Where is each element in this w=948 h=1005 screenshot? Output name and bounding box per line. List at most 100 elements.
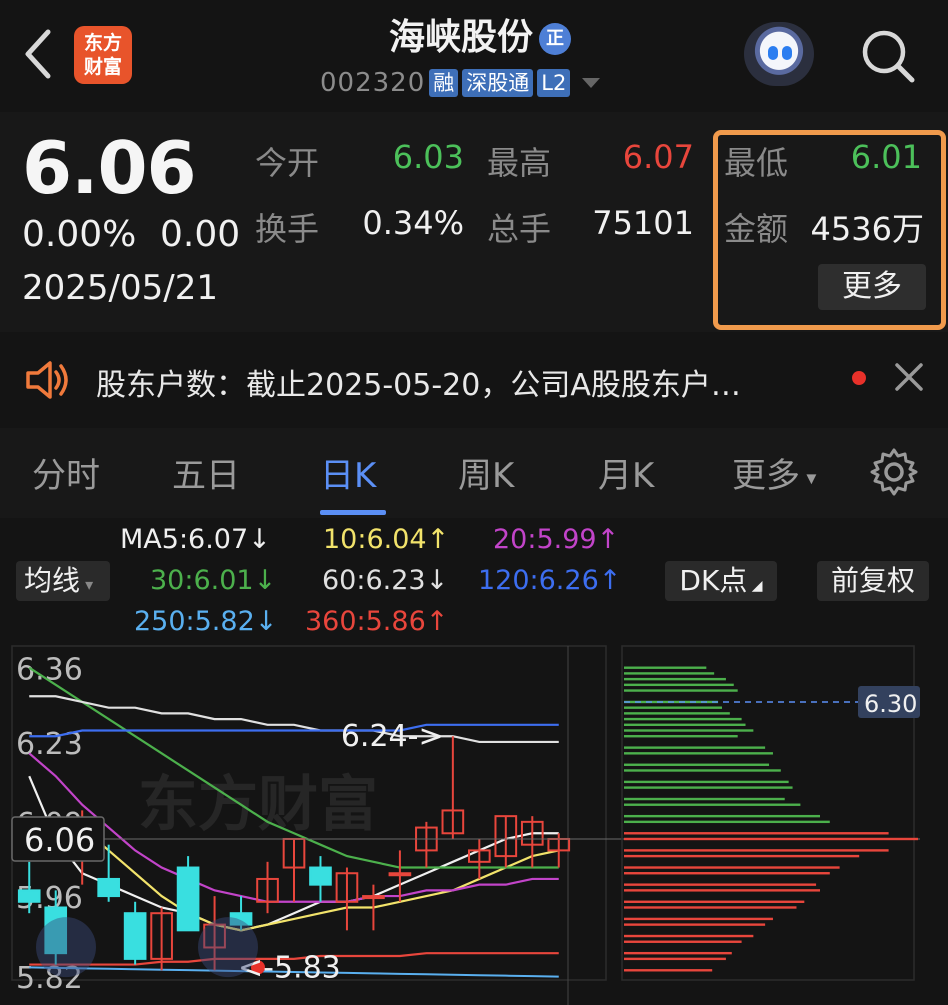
tag-level2: L2 [537, 69, 571, 97]
current-price-label: 6.06 [24, 821, 95, 859]
candle-body [123, 912, 147, 960]
profile-bar [624, 769, 781, 772]
last-price: 6.06 [22, 126, 197, 210]
profile-bar [624, 729, 754, 732]
high-value: 6.07 [622, 138, 694, 176]
profile-bar [624, 934, 754, 938]
ma-legend-value: MA5:6.07 [120, 524, 249, 555]
profile-bar [624, 820, 830, 824]
tab-monthly-k[interactable]: 月K [598, 448, 654, 497]
volume-label: 总手 [487, 210, 552, 248]
profile-bar [624, 746, 766, 749]
arrow-down-icon: ↓ [425, 565, 449, 596]
dk-point-button[interactable]: DK点 ◢ [665, 561, 777, 601]
profile-bar [624, 666, 707, 669]
candle-body [176, 866, 200, 932]
arrow-up-icon: ↑ [425, 606, 449, 637]
notice-bar[interactable]: 股东户数：截止2025-05-20，公司A股股东户… [0, 334, 948, 426]
profile-bar [624, 763, 770, 766]
ma-legend-item: MA5:6.07↓ [120, 524, 271, 555]
ma-toggle-button[interactable]: 均线 ▾ [16, 561, 110, 601]
profile-bar [624, 832, 889, 835]
quote-date: 2025/05/21 [22, 268, 218, 308]
tab-more[interactable]: 更多 ▾ [732, 448, 816, 497]
tag-connect: 深股通 [462, 69, 534, 97]
profile-bar [624, 872, 830, 875]
ma-legend-value: 30:6.01 [150, 565, 254, 596]
profile-bar [624, 723, 746, 726]
change-percent: 0.00% [22, 214, 137, 255]
name-badge: 正 [539, 23, 571, 55]
profile-bar [624, 712, 730, 715]
arrow-down-icon: ↓ [253, 565, 277, 596]
float-icon-left [36, 917, 96, 978]
highlight-box [713, 130, 946, 330]
tab-daily-k[interactable]: 日K [320, 448, 376, 497]
app-logo-line2: 财富 [83, 56, 122, 78]
ma-legend-item: 30:6.01↓ [150, 565, 276, 596]
y-tick-label: 6.36 [16, 653, 83, 688]
open-label: 今开 [255, 144, 320, 182]
search-icon[interactable] [858, 26, 918, 86]
ma-legend-value: 20:5.99 [493, 524, 597, 555]
stock-title: 海峡股份正 [330, 8, 630, 60]
kline-chart[interactable]: 东方财富6.366.236.095.965.826.066.24-><-5.83… [0, 640, 948, 1005]
active-tab-indicator [320, 510, 386, 515]
profile-bar [624, 683, 734, 687]
candle-body [97, 877, 120, 898]
speaker-icon [26, 361, 68, 399]
turnover-label: 换手 [255, 210, 320, 248]
profile-bar [624, 900, 805, 903]
profile-bar [624, 786, 793, 789]
ma-legend-value: 120:6.26 [478, 565, 599, 596]
ma-toggle-label: 均线 [24, 564, 81, 597]
stock-subtitle[interactable]: 002320 融 深股通 L2 [320, 66, 640, 100]
profile-bar [624, 889, 820, 892]
profile-bar [624, 803, 801, 806]
arrow-down-icon: ↓ [248, 524, 271, 555]
profile-bar [624, 917, 773, 921]
header-bar: 东方 财富 海峡股份正 002320 融 深股通 L2 [0, 0, 948, 110]
tab-intraday[interactable]: 分时 [32, 448, 100, 497]
float-icon-mid [198, 917, 258, 978]
ma-legend-value: 250:5.82 [134, 606, 255, 637]
stock-code: 002320 [320, 68, 426, 98]
assistant-avatar[interactable] [744, 22, 814, 86]
change-amount: 0.00 [160, 214, 241, 255]
profile-bar [624, 940, 742, 943]
ma-legend-value: 10:6.04 [323, 524, 427, 555]
period-tabs: 分时 五日 日K 周K 月K 更多 ▾ [0, 428, 948, 518]
profile-bar [624, 672, 715, 675]
high-label: 最高 [487, 144, 552, 182]
profile-bar [624, 814, 820, 818]
ma-legend-item: 250:5.82↓ [134, 606, 277, 637]
ma-legend-item: 360:5.86↑ [305, 606, 448, 637]
caret-down-icon: ▾ [80, 575, 94, 594]
corner-triangle-icon: ◢ [747, 578, 763, 594]
candle-body [362, 895, 385, 900]
avatar-eye-left [768, 46, 778, 60]
ma-legend-item: 10:6.04↑ [323, 524, 449, 555]
settings-gear-icon[interactable] [868, 446, 920, 498]
app-logo-line1: 东方 [83, 32, 122, 54]
profile-bar [624, 735, 738, 738]
arrow-down-icon: ↓ [254, 606, 278, 637]
notice-text[interactable]: 股东户数：截止2025-05-20，公司A股股东户… [96, 360, 741, 404]
close-icon[interactable] [894, 360, 924, 394]
profile-bar [624, 717, 742, 721]
profile-bar [624, 951, 732, 955]
back-arrow-icon[interactable] [18, 24, 58, 84]
profile-bar [624, 883, 817, 886]
tab-weekly-k[interactable]: 周K [458, 448, 514, 497]
adjust-mode-button[interactable]: 前复权 [817, 561, 929, 601]
watermark: 东方财富 [138, 770, 378, 840]
chevron-down-icon[interactable] [582, 78, 601, 88]
tag-margin: 融 [429, 69, 459, 97]
arrow-up-icon: ↑ [596, 524, 620, 555]
caret-down-icon: ▾ [800, 465, 817, 490]
ma-legend-item: 120:6.26↑ [478, 565, 621, 596]
app-logo[interactable]: 东方 财富 [74, 26, 132, 84]
candle-body [309, 866, 332, 886]
tab-five-day[interactable]: 五日 [172, 448, 240, 497]
arrow-up-icon: ↑ [598, 565, 622, 596]
